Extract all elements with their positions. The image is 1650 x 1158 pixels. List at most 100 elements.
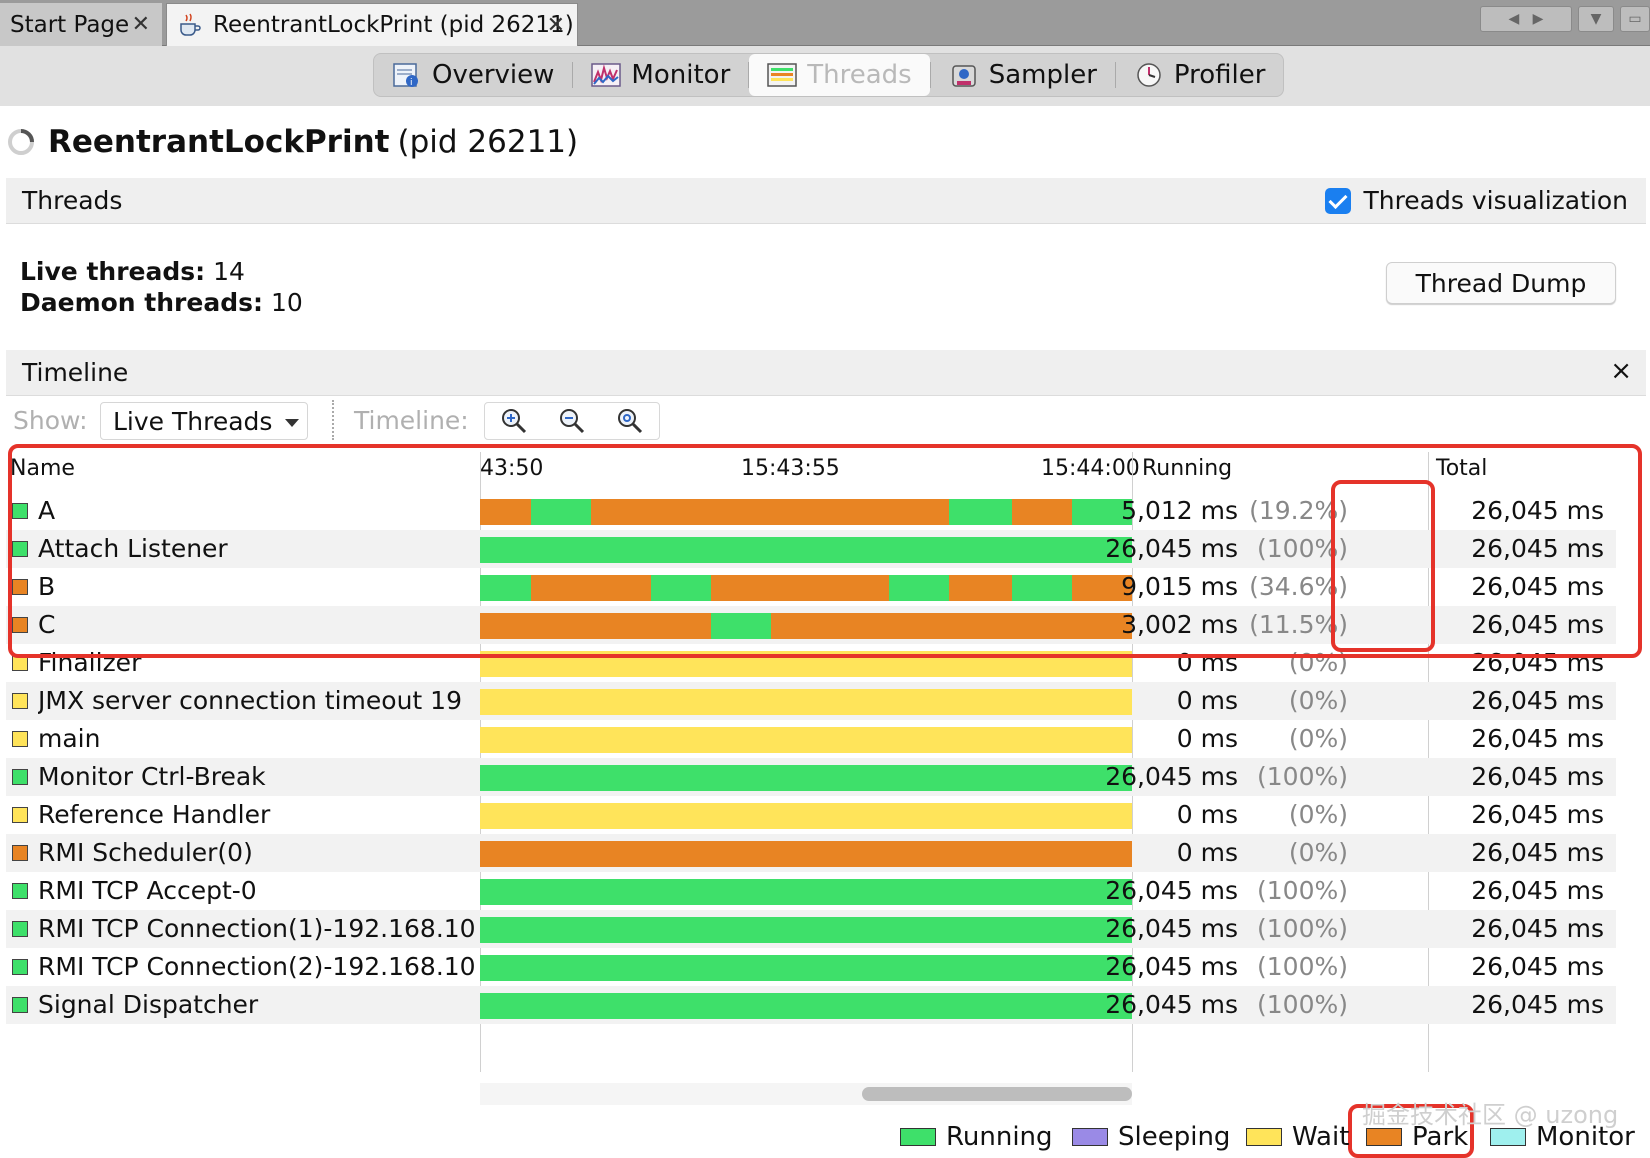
threads-section-header: Threads Threads visualization bbox=[6, 178, 1646, 224]
document-tab-bar: Start Page ✕ ReentrantLockPrint (pid 262… bbox=[0, 0, 1650, 46]
tab-label: Monitor bbox=[631, 60, 731, 90]
legend-monitor: Monitor bbox=[1490, 1122, 1635, 1152]
thread-state-segment bbox=[480, 841, 1132, 867]
tab-label: Profiler bbox=[1173, 60, 1266, 90]
thread-row[interactable]: JMX server connection timeout 19 0 ms (0%)… bbox=[6, 682, 1616, 720]
close-icon[interactable]: ✕ bbox=[547, 13, 565, 38]
highlight-box-percentages bbox=[1331, 480, 1435, 652]
thread-row[interactable]: RMI Scheduler(0) 0 ms (0%) 26,045 ms bbox=[6, 834, 1616, 872]
thread-state-segment bbox=[480, 993, 1132, 1019]
zoom-fit-button[interactable] bbox=[601, 403, 659, 439]
legend-park: Park bbox=[1366, 1122, 1468, 1152]
tab-list-dropdown[interactable]: ▼ bbox=[1578, 6, 1614, 32]
running-time: 26,045 ms bbox=[1105, 762, 1238, 791]
doc-tab-start-page[interactable]: Start Page ✕ bbox=[0, 3, 162, 46]
daemon-threads-stat: Daemon threads: 10 bbox=[20, 287, 303, 318]
timeline-horizontal-scrollbar[interactable] bbox=[480, 1083, 1132, 1105]
thread-name: JMX server connection timeout 19 bbox=[38, 686, 462, 715]
total-time: 26,045 ms bbox=[1471, 686, 1604, 715]
running-time: 0 ms bbox=[1176, 724, 1238, 753]
running-percent: (0%) bbox=[1288, 800, 1348, 829]
tab-sampler[interactable]: Sampler bbox=[931, 54, 1115, 96]
thread-name: RMI TCP Connection(1)-192.168.10 bbox=[38, 914, 476, 943]
thread-row[interactable]: Reference Handler 0 ms (0%) 26,045 ms bbox=[6, 796, 1616, 834]
timeline-bar bbox=[480, 993, 1132, 1019]
stat-label: Live threads: bbox=[20, 257, 206, 286]
show-filter-value: Live Threads bbox=[113, 406, 273, 436]
zoom-out-button[interactable] bbox=[543, 403, 601, 439]
show-label: Show: bbox=[13, 406, 88, 435]
total-time: 26,045 ms bbox=[1471, 914, 1604, 943]
running-time: 26,045 ms bbox=[1105, 990, 1238, 1019]
state-swatch bbox=[12, 807, 28, 823]
running-percent: (100%) bbox=[1257, 762, 1348, 791]
running-percent: (0%) bbox=[1288, 724, 1348, 753]
tab-monitor[interactable]: Monitor bbox=[573, 54, 748, 96]
running-time: 0 ms bbox=[1176, 686, 1238, 715]
thread-state-segment bbox=[480, 879, 1132, 905]
app-name: ReentrantLockPrint bbox=[48, 124, 390, 160]
thread-stats: Live threads: 14 Daemon threads: 10 bbox=[20, 256, 303, 318]
legend-running: Running bbox=[900, 1122, 1053, 1152]
thread-row[interactable]: RMI TCP Connection(2)-192.168.10 26,045 m… bbox=[6, 948, 1616, 986]
viz-label: Threads visualization bbox=[1363, 186, 1628, 215]
tab-label: Threads bbox=[807, 60, 912, 90]
zoom-controls bbox=[484, 402, 660, 440]
running-percent: (100%) bbox=[1257, 952, 1348, 981]
legend-swatch bbox=[1490, 1128, 1526, 1146]
chevron-right-icon: ▶ bbox=[1532, 11, 1544, 27]
close-icon[interactable]: × bbox=[1610, 356, 1632, 386]
timeline-label: Timeline: bbox=[354, 406, 469, 435]
doc-tab-reentrantlockprint[interactable]: ReentrantLockPrint (pid 26211) ✕ bbox=[166, 3, 578, 46]
threads-visualization-toggle[interactable]: Threads visualization bbox=[1325, 186, 1628, 215]
legend-label: Park bbox=[1412, 1122, 1469, 1152]
thread-row[interactable]: RMI TCP Accept-0 26,045 ms (100%) 26,045 ms bbox=[6, 872, 1616, 910]
maximize-button[interactable]: ▭ bbox=[1620, 6, 1650, 32]
state-swatch bbox=[12, 769, 28, 785]
scroll-tabs-button[interactable]: ◀ ▶ bbox=[1480, 6, 1572, 32]
thread-row[interactable]: Monitor Ctrl-Break 26,045 ms (100%) 26,045 … bbox=[6, 758, 1616, 796]
total-time: 26,045 ms bbox=[1471, 952, 1604, 981]
state-swatch bbox=[12, 921, 28, 937]
thread-row[interactable]: Signal Dispatcher 26,045 ms (100%) 26,045 m… bbox=[6, 986, 1616, 1024]
section-title: Threads bbox=[22, 186, 123, 215]
thread-dump-button[interactable]: Thread Dump bbox=[1386, 262, 1616, 304]
legend-label: Sleeping bbox=[1118, 1122, 1231, 1152]
zoom-in-button[interactable] bbox=[485, 403, 543, 439]
java-cup-icon bbox=[180, 13, 201, 36]
app-pid: (pid 26211) bbox=[397, 124, 579, 160]
legend-sleeping: Sleeping bbox=[1072, 1122, 1230, 1152]
sampler-icon bbox=[951, 65, 976, 87]
timeline-bar bbox=[480, 879, 1132, 905]
thread-name: main bbox=[38, 724, 101, 753]
thread-row[interactable]: RMI TCP Connection(1)-192.168.10 26,045 m… bbox=[6, 910, 1616, 948]
thread-row[interactable]: main 0 ms (0%) 26,045 ms bbox=[6, 720, 1616, 758]
zoom-out-icon bbox=[560, 409, 585, 434]
show-filter-select[interactable]: Live Threads bbox=[100, 402, 308, 440]
timeline-bar bbox=[480, 841, 1132, 867]
view-tabs: i Overview Monitor Threads Sampler Profi… bbox=[373, 53, 1285, 97]
tab-overview[interactable]: i Overview bbox=[374, 54, 572, 96]
timeline-bar bbox=[480, 955, 1132, 981]
thread-state-segment bbox=[480, 803, 1132, 829]
legend-swatch bbox=[900, 1128, 936, 1146]
tab-threads[interactable]: Threads bbox=[749, 54, 930, 96]
tab-profiler[interactable]: Profiler bbox=[1116, 54, 1284, 96]
zoom-fit-icon bbox=[618, 409, 643, 434]
scrollbar-thumb[interactable] bbox=[862, 1087, 1132, 1101]
dropdown-arrow-icon bbox=[285, 419, 299, 427]
thread-state-segment bbox=[480, 689, 1132, 715]
legend-swatch bbox=[1366, 1128, 1402, 1146]
legend-label: Running bbox=[946, 1122, 1053, 1152]
close-icon[interactable]: ✕ bbox=[132, 12, 150, 37]
timeline-toolbar: Show: Live Threads Timeline: bbox=[0, 400, 1650, 440]
live-threads-stat: Live threads: 14 bbox=[20, 256, 303, 287]
timeline-section-header: Timeline × bbox=[6, 350, 1646, 396]
monitor-chart-icon bbox=[591, 63, 622, 87]
checkbox-checked-icon[interactable] bbox=[1325, 187, 1352, 214]
timeline-bar bbox=[480, 689, 1132, 715]
state-swatch bbox=[12, 693, 28, 709]
state-swatch bbox=[12, 845, 28, 861]
thread-state-segment bbox=[480, 727, 1132, 753]
running-percent: (100%) bbox=[1257, 990, 1348, 1019]
